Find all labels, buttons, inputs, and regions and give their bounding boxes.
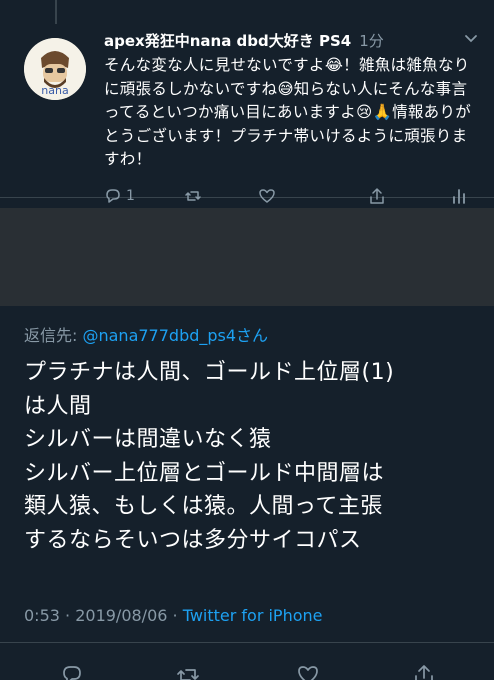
share-button[interactable] (368, 187, 386, 205)
reply-tweet-text: そんな変な人に見せないですよ😂！雑魚は雑魚なりに頑張るしかないですね😅知らない人… (104, 56, 472, 168)
replying-to-label: 返信先: (24, 326, 83, 345)
avatar-logo-text: nana (41, 84, 68, 97)
main-like-button[interactable] (296, 663, 320, 680)
divider (0, 642, 494, 643)
meta-separator: · (59, 606, 76, 625)
like-icon (258, 187, 276, 205)
share-icon (368, 187, 386, 205)
tweet-text-line: シルバー上位層とゴールド中間層は (24, 460, 385, 486)
avatar-image: nana (24, 38, 86, 100)
tweet-text-line: は人間 (24, 393, 92, 419)
reply-button[interactable]: 1 (104, 187, 135, 205)
analytics-button[interactable] (450, 187, 468, 205)
reply-action-bar: 1 (0, 187, 494, 207)
retweet-button[interactable] (184, 187, 202, 205)
like-icon (296, 663, 320, 680)
reply-count: 1 (126, 188, 135, 204)
tweet-text-line: するならそいつは多分サイコパス (24, 527, 362, 553)
display-name[interactable]: apex発狂中nana dbd大好き PS4 (104, 30, 351, 51)
analytics-icon (450, 187, 468, 205)
tweet-source[interactable]: Twitter for iPhone (183, 606, 323, 625)
tweet-date[interactable]: 2019/08/06 (75, 606, 167, 625)
tweet-text-line: プラチナは人間、ゴールド上位層(1) (24, 360, 395, 385)
main-reply-button[interactable] (60, 663, 84, 680)
reply-icon (104, 187, 122, 205)
thread-line (55, 0, 57, 24)
main-tweet-text: プラチナは人間、ゴールド上位層(1) は人間 シルバーは間違いなく猿 シルバー上… (24, 356, 484, 557)
mention-link[interactable]: @nana777dbd_ps4さん (82, 326, 268, 345)
replying-to: 返信先: @nana777dbd_ps4さん (24, 322, 268, 346)
main-action-bar (0, 663, 494, 680)
retweet-icon (176, 663, 200, 680)
main-share-button[interactable] (412, 663, 436, 680)
tweet-text-line: 類人猿、もしくは猿。人間って主張 (24, 494, 383, 519)
tweet-time[interactable]: 0:53 (24, 606, 60, 625)
main-retweet-button[interactable] (176, 663, 200, 680)
reply-icon (60, 663, 84, 680)
share-icon (412, 663, 436, 680)
tweet-meta: 0:53 · 2019/08/06 · Twitter for iPhone (24, 606, 323, 625)
redacted-area (0, 208, 494, 306)
reply-tweet[interactable]: nana apex発狂中nana dbd大好き PS4 1分 そんな変な人に見せ… (0, 0, 494, 204)
meta-separator: · (167, 606, 183, 625)
retweet-icon (184, 187, 202, 205)
avatar[interactable]: nana (24, 38, 86, 100)
reply-header: apex発狂中nana dbd大好き PS4 1分 (104, 30, 384, 51)
like-button[interactable] (258, 187, 276, 205)
more-chevron-icon[interactable] (462, 30, 480, 48)
tweet-text-line: シルバーは間違いなく猿 (24, 427, 272, 452)
timestamp[interactable]: 1分 (359, 30, 384, 51)
